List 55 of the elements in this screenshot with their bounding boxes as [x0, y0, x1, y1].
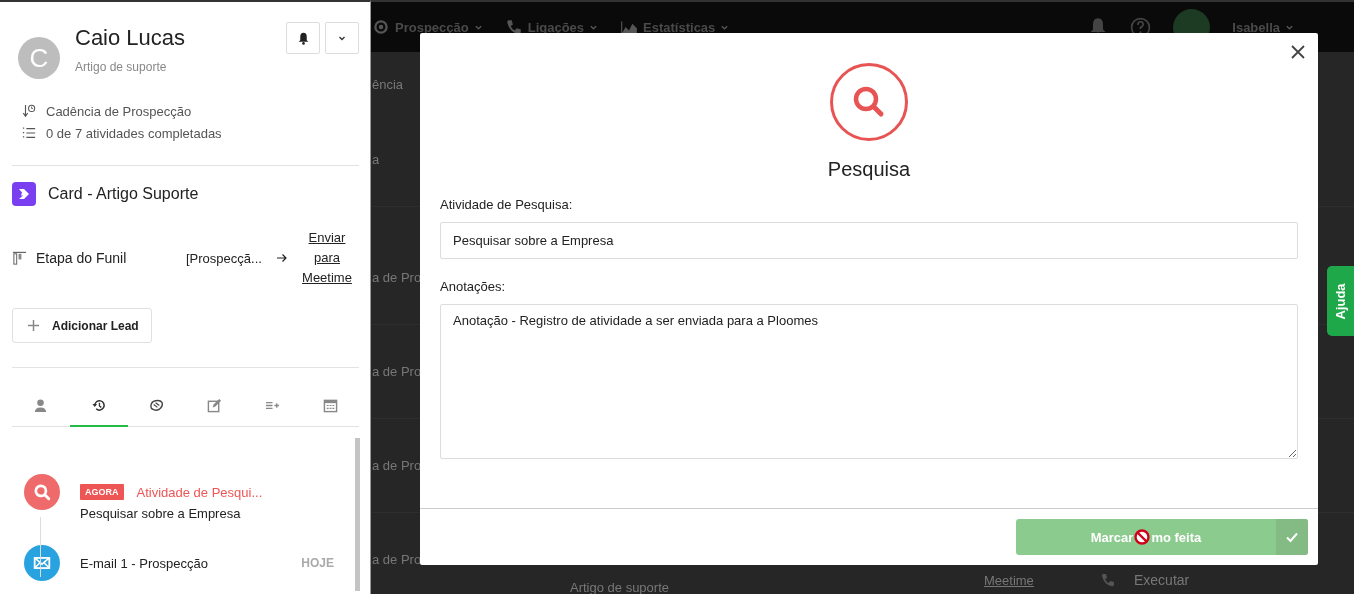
notes-field[interactable]: Anotação - Registro de atividade a ser enviada para a Ploomes: [440, 304, 1298, 459]
avatar: C: [18, 37, 60, 79]
row-text: a de Pro: [372, 364, 422, 379]
completed-activities-count: 0 de 7 atividades completadas: [46, 125, 222, 141]
history-icon: [91, 397, 107, 413]
activity-date: HOJE: [301, 556, 334, 570]
add-lead-button[interactable]: Adicionar Lead: [12, 308, 152, 343]
nav-menu-item[interactable]: Estatísticas: [643, 19, 716, 35]
phone-icon: [504, 18, 523, 36]
link[interactable]: Meetime: [984, 572, 1100, 588]
row-text: a de Pro: [372, 552, 422, 567]
arrow-right-icon: [276, 252, 288, 264]
mark-done-button[interactable]: Marcar mo feita: [1016, 519, 1308, 555]
card-title: Card - Artigo Suporte: [48, 185, 199, 203]
numbered-list-icon: [22, 126, 36, 140]
activity-title[interactable]: E-mail 1 - Prospecção: [80, 555, 289, 571]
close-icon[interactable]: [1291, 45, 1305, 59]
action-dropdown[interactable]: Executar: [1134, 572, 1190, 588]
dialog-title: Pesquisa: [827, 158, 911, 181]
search-icon: [33, 483, 51, 501]
input-field[interactable]: Pesquisar sobre a Empresa: [440, 222, 1298, 259]
funnel-stage-icon: [12, 250, 27, 266]
edit-icon: [206, 397, 222, 413]
row-text: a de Pro: [372, 458, 422, 473]
person-icon: [33, 397, 49, 413]
plus-icon: [27, 319, 40, 332]
cadence-icon: [22, 104, 36, 118]
bell-icon: [296, 31, 310, 45]
calendar-icon: [322, 397, 338, 413]
check-icon: [1285, 530, 1299, 544]
activity-title[interactable]: Atividade de Pesqui...: [136, 484, 334, 500]
field-label: Etapa do Funil: [36, 250, 128, 266]
breadcrumb: ência: [372, 76, 405, 94]
nav-menu-item[interactable]: Prospecção: [395, 19, 469, 35]
status-badge: AGORA: [80, 484, 124, 500]
notification-button[interactable]: [286, 22, 320, 54]
contact-name: Caio Lucas: [75, 25, 187, 51]
cadence-name: Cadência de Prospecção: [46, 103, 192, 119]
stage-value: [Prospecçã...: [186, 250, 263, 266]
user-menu[interactable]: Isabella: [1232, 19, 1280, 35]
app-logo-icon: [12, 182, 36, 206]
field-label: Atividade de Pesquisa:: [440, 197, 574, 212]
envelope-icon: [33, 554, 51, 572]
scrollbar[interactable]: [355, 438, 360, 591]
field-label: Anotações:: [440, 279, 507, 294]
contact-subtitle: Artigo de suporte: [75, 60, 168, 74]
row-text: a de Pro: [372, 270, 422, 285]
phone-icon: [1100, 572, 1116, 588]
help-tab[interactable]: Ajuda: [1327, 266, 1354, 336]
row-subtitle: Artigo de suporte: [570, 578, 670, 594]
activity-detail: Pesquisar sobre a Empresa: [80, 506, 242, 521]
not-allowed-cursor-icon: [1134, 529, 1151, 545]
send-link[interactable]: Enviar para Meetime: [300, 228, 354, 288]
row-text: a: [372, 152, 380, 167]
search-icon: [829, 62, 909, 142]
